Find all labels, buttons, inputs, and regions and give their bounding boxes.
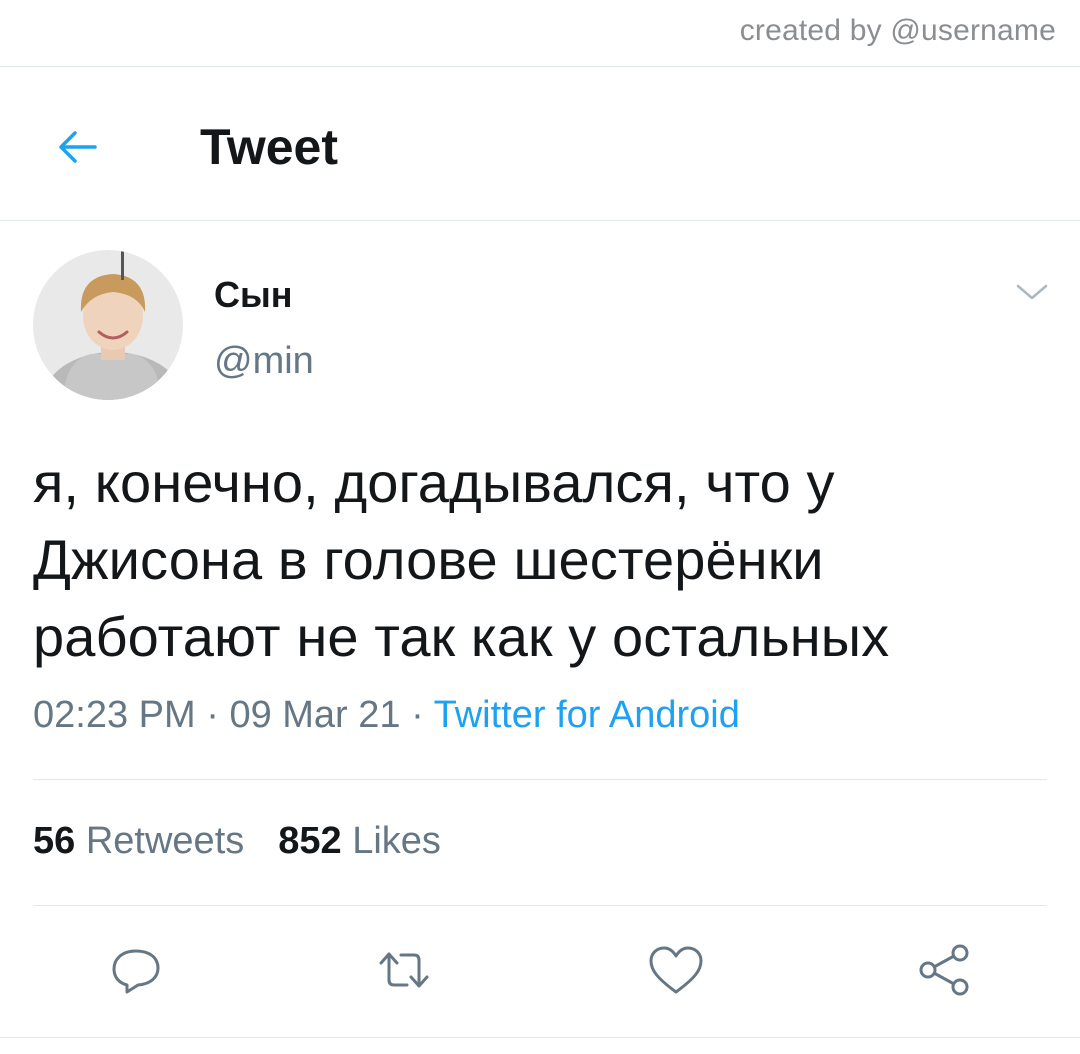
author-handle[interactable]: @min [214, 340, 314, 383]
tweet-time: 02:23 PM [33, 694, 196, 736]
stats-divider [33, 905, 1047, 906]
more-options-button[interactable] [1010, 274, 1054, 310]
retweets-label: Retweets [85, 820, 245, 862]
reply-button[interactable] [106, 940, 166, 1000]
like-button[interactable] [646, 940, 706, 1000]
tweet-metadata: 02:23 PM · 09 Mar 21 · Twitter for Andro… [33, 694, 740, 737]
tweet-stats: 56 Retweets 852 Likes [33, 820, 441, 863]
meta-separator: · [411, 694, 424, 736]
likes-label: Likes [352, 820, 441, 862]
share-icon [919, 944, 969, 996]
retweet-button[interactable] [374, 940, 434, 1000]
meta-separator: · [206, 694, 219, 736]
metadata-divider [33, 779, 1047, 780]
likes-count: 852 [278, 820, 342, 862]
tweet-source-link[interactable]: Twitter for Android [434, 694, 740, 736]
back-button[interactable] [52, 122, 102, 172]
arrow-left-icon [59, 131, 97, 163]
like-icon [649, 946, 703, 994]
likes-stat[interactable]: 852 Likes [278, 820, 441, 862]
bottom-divider [0, 1037, 1080, 1038]
retweet-icon [379, 952, 429, 988]
share-button[interactable] [914, 940, 974, 1000]
tweet-date: 09 Mar 21 [229, 694, 401, 736]
retweets-stat[interactable]: 56 Retweets [33, 820, 244, 862]
retweets-count: 56 [33, 820, 76, 862]
reply-icon [112, 949, 160, 994]
avatar[interactable] [33, 250, 183, 400]
author-display-name[interactable]: Сын [214, 274, 293, 316]
watermark-credit: created by @username [739, 14, 1056, 47]
page-title: Tweet [200, 119, 338, 175]
top-divider [0, 66, 1080, 67]
tweet-text: я, конечно, догадывался, что у Джисона в… [33, 451, 890, 668]
header-divider [0, 220, 1080, 221]
chevron-down-icon [1016, 284, 1048, 300]
